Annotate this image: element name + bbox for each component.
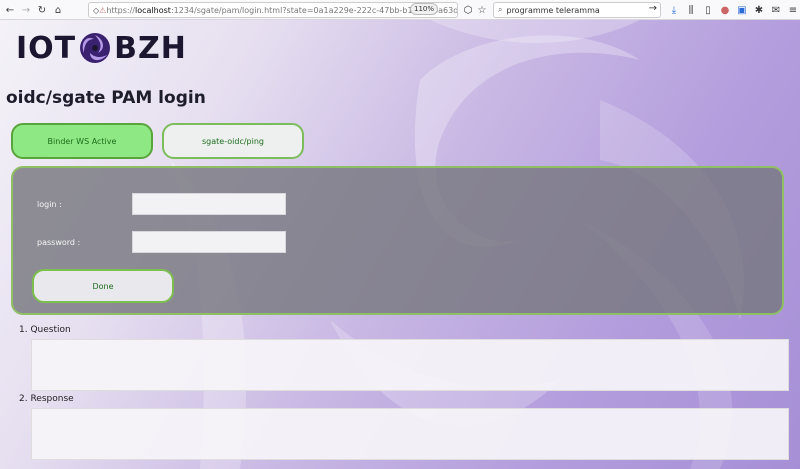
login-form-panel: login : password : Done: [11, 166, 784, 315]
search-go-icon[interactable]: →: [649, 3, 657, 14]
home-icon[interactable]: ⌂: [50, 2, 66, 18]
star-icon[interactable]: ☆: [474, 2, 490, 18]
forward-arrow-icon[interactable]: →: [18, 2, 34, 18]
page-body: IOT BZH oidc/sgate PAM login Binder WS A…: [0, 20, 800, 469]
back-arrow-icon[interactable]: ←: [2, 2, 18, 18]
extension-icon[interactable]: ▣: [734, 2, 750, 18]
question-heading: 1. Question: [19, 325, 71, 335]
logo-text-left: IOT: [16, 30, 77, 66]
question-box[interactable]: [31, 339, 789, 391]
triskelion-logo-icon: [80, 33, 111, 63]
reload-icon[interactable]: ↻: [34, 2, 50, 18]
url-host: localhost: [135, 5, 171, 15]
login-label: login :: [37, 200, 62, 209]
sidebar-icon[interactable]: ▯: [700, 2, 716, 18]
password-label: password :: [37, 238, 81, 247]
iotbzh-logo: IOT BZH: [16, 28, 187, 68]
response-heading: 2. Response: [19, 394, 74, 404]
binder-ws-status-button[interactable]: Binder WS Active: [11, 123, 153, 159]
search-input[interactable]: ⌕ programme teleramma →: [493, 2, 661, 18]
menu-icon[interactable]: ≡: [785, 2, 800, 18]
profile-icon[interactable]: ●: [717, 2, 733, 18]
url-bar[interactable]: ◇ ⚠ https:// localhost :1234/sgate/pam/l…: [88, 2, 458, 18]
done-button[interactable]: Done: [32, 269, 174, 303]
logo-text-right: BZH: [114, 30, 187, 66]
search-value: programme teleramma: [506, 5, 600, 15]
url-protocol: https://: [106, 5, 136, 15]
lock-warning-icon[interactable]: ⚠: [99, 3, 106, 17]
download-icon[interactable]: ⤓: [666, 2, 682, 18]
page-title: oidc/sgate PAM login: [6, 88, 206, 108]
search-icon: ⌕: [498, 5, 503, 14]
sgate-oidc-ping-button[interactable]: sgate-oidc/ping: [162, 123, 304, 159]
response-box[interactable]: [31, 408, 789, 460]
library-icon[interactable]: ⫼: [683, 2, 699, 18]
browser-toolbar: ← → ↻ ⌂ ◇ ⚠ https:// localhost :1234/sga…: [0, 0, 800, 20]
zoom-badge[interactable]: 110%: [410, 3, 439, 15]
puzzle-icon[interactable]: ✱: [751, 2, 767, 18]
mail-icon[interactable]: ✉: [768, 2, 784, 18]
login-input[interactable]: [132, 193, 286, 215]
password-input[interactable]: [132, 231, 286, 253]
